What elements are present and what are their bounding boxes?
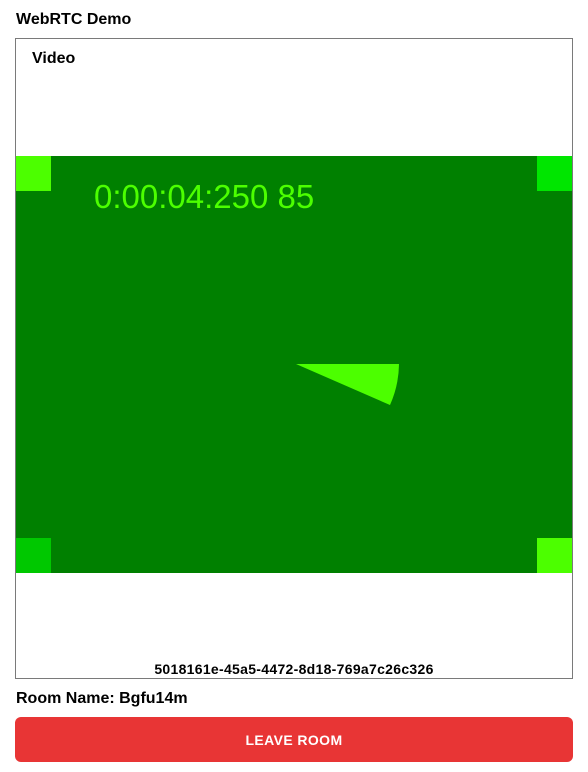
video-panel-heading: Video [32,50,76,67]
app-title: WebRTC Demo [16,11,132,28]
test-pattern-sweep-icon [296,364,399,405]
video-panel: Video 0:00:04:250 85 5018161e-45a5-4472-… [15,38,573,679]
leave-room-button[interactable]: LEAVE ROOM [15,717,573,762]
room-name-label: Room Name: Bgfu14m [16,690,188,707]
remote-video-stream: 0:00:04:250 85 [16,156,572,573]
peer-id-label: 5018161e-45a5-4472-8d18-769a7c26c326 [154,661,434,677]
